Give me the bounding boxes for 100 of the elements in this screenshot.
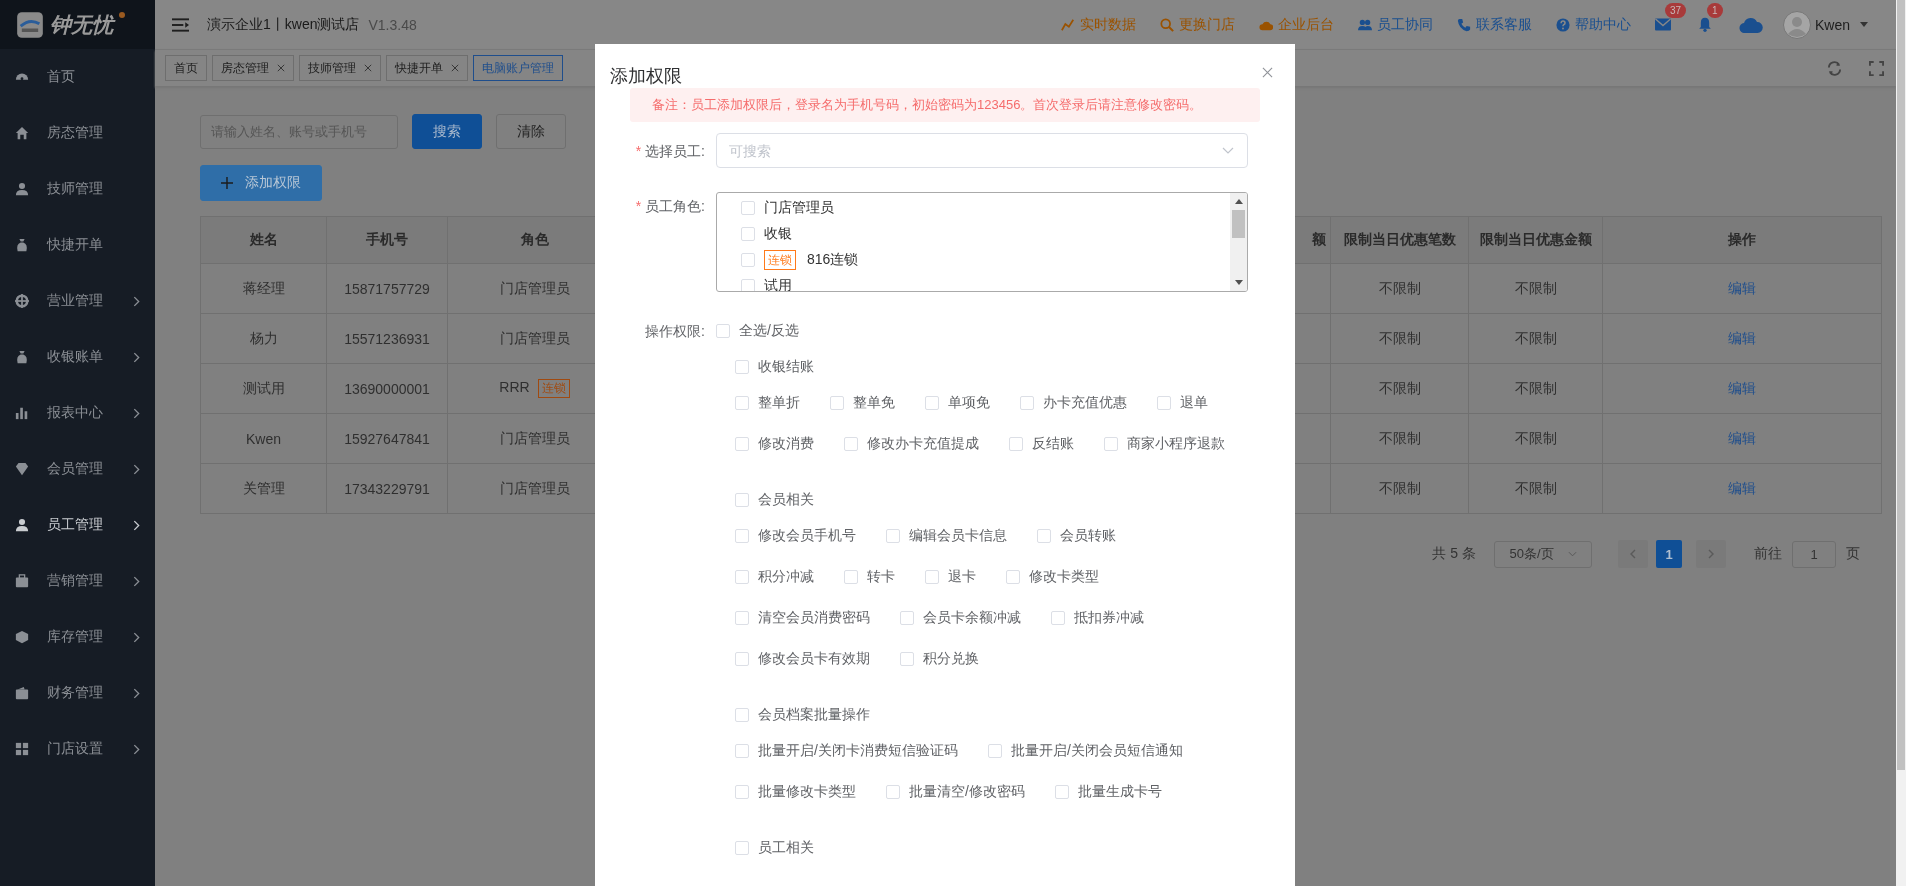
page-tab[interactable]: 房态管理 (212, 55, 294, 81)
table-cell: 不限制 (1378, 479, 1421, 496)
form-label: 选择员工: (645, 141, 705, 161)
checkbox-label: 修改会员卡有效期 (758, 650, 870, 668)
previous-page-button[interactable] (1618, 540, 1648, 568)
cloud-icon[interactable] (1738, 16, 1763, 33)
checkbox[interactable] (735, 785, 749, 799)
checkbox[interactable] (900, 652, 914, 666)
checkbox[interactable] (735, 611, 749, 625)
checkbox[interactable] (716, 324, 730, 338)
sidebar-item[interactable]: 会员管理 (0, 441, 155, 497)
sidebar-item[interactable]: 房态管理 (0, 105, 155, 161)
sidebar-item[interactable]: 收银账单 (0, 329, 155, 385)
checkbox[interactable] (735, 708, 749, 722)
checkbox[interactable] (987, 744, 1002, 758)
checkbox[interactable] (741, 279, 755, 291)
form-label: 员工角色: (645, 197, 705, 216)
refresh-icon[interactable] (1827, 60, 1842, 76)
add-permission-button[interactable]: 添加权限 (200, 165, 322, 201)
mail-icon[interactable] (1654, 17, 1671, 32)
sidebar-item[interactable]: 员工管理 (0, 497, 155, 553)
caret-down-icon[interactable] (1860, 22, 1868, 27)
close-icon[interactable] (451, 64, 459, 72)
fullscreen-icon[interactable] (1869, 60, 1884, 76)
checkbox[interactable] (735, 744, 749, 758)
checkbox[interactable] (844, 437, 858, 451)
checkbox[interactable] (735, 396, 749, 410)
page-tab[interactable]: 首页 (165, 55, 207, 81)
employee-select[interactable]: 可搜索 (716, 133, 1248, 168)
menu-icon[interactable] (172, 17, 189, 32)
sidebar-item[interactable]: 营销管理 (0, 553, 155, 609)
checkbox[interactable] (735, 437, 749, 451)
scrollbar-thumb[interactable] (1232, 210, 1245, 238)
checkbox[interactable] (925, 570, 939, 584)
page-tab[interactable]: 技师管理 (299, 55, 381, 81)
sidebar-item[interactable]: 快捷开单 (0, 217, 155, 273)
checkbox[interactable] (735, 493, 749, 507)
checkbox[interactable] (735, 570, 749, 584)
sidebar-item[interactable]: 库存管理 (0, 609, 155, 665)
checkbox[interactable] (735, 529, 749, 543)
checkbox[interactable] (925, 396, 939, 410)
checkbox[interactable] (844, 570, 858, 584)
next-page-button[interactable] (1696, 540, 1726, 568)
checkbox[interactable] (1037, 529, 1051, 543)
search-button[interactable]: 搜索 (412, 114, 482, 149)
checkbox[interactable] (1006, 570, 1020, 584)
checkbox[interactable] (735, 360, 749, 374)
page-tab[interactable]: 电脑账户管理 (473, 55, 563, 81)
checkbox[interactable] (830, 396, 844, 410)
page-input[interactable]: 1 (1792, 540, 1836, 568)
checkbox[interactable] (741, 253, 755, 267)
checkbox-label: 反结账 (1032, 435, 1074, 453)
page-number-button[interactable]: 1 (1656, 540, 1682, 568)
checkbox-label: 会员相关 (758, 491, 814, 509)
sidebar-item[interactable]: 首页 (0, 49, 155, 105)
arrow-down-icon[interactable] (1234, 280, 1243, 285)
table-cell: 测试用 (242, 379, 285, 396)
close-icon[interactable] (1262, 67, 1273, 78)
sidebar-item[interactable]: 报表中心 (0, 385, 155, 441)
checkbox[interactable] (1020, 396, 1034, 410)
avatar-icon[interactable] (1782, 10, 1811, 39)
checkbox[interactable] (1054, 785, 1069, 799)
checkbox[interactable] (735, 652, 749, 666)
sidebar-item[interactable]: 财务管理 (0, 665, 155, 721)
checkbox[interactable] (1104, 437, 1118, 451)
checkbox-label: 清空会员消费密码 (758, 609, 870, 627)
header-link[interactable]: 员工协同 (1357, 15, 1433, 34)
close-icon[interactable] (364, 64, 372, 72)
page-suffix: 页 (1846, 545, 1860, 563)
page-size-select[interactable]: 50条/页 (1494, 540, 1592, 568)
money-bag-icon (15, 238, 29, 252)
checkbox[interactable] (886, 529, 900, 543)
checkbox[interactable] (741, 201, 755, 215)
sidebar-item[interactable]: 门店设置 (0, 721, 155, 777)
clear-button[interactable]: 清除 (496, 114, 566, 149)
checkbox[interactable] (1051, 611, 1065, 625)
scrollbar[interactable] (1896, 0, 1906, 886)
scrollbar[interactable] (1230, 193, 1247, 291)
bell-icon[interactable] (1696, 17, 1713, 32)
checkbox[interactable] (1157, 396, 1171, 410)
user-name[interactable]: Kwen (1814, 16, 1850, 33)
arrow-up-icon[interactable] (1234, 199, 1243, 204)
checkbox[interactable] (900, 611, 914, 625)
chain-tag: 连锁 (764, 250, 796, 270)
sidebar-item[interactable]: 技师管理 (0, 161, 155, 217)
checkbox[interactable] (735, 841, 749, 855)
checkbox-label: 会员转账 (1060, 527, 1116, 545)
checkbox[interactable] (1009, 437, 1023, 451)
header-link[interactable]: 帮助中心 (1555, 15, 1631, 34)
checkbox[interactable] (741, 227, 755, 241)
checkbox-label: 员工相关 (758, 839, 814, 857)
table-cell: Kwen (246, 430, 281, 447)
table-cell: 不限制 (1378, 429, 1421, 446)
header-link[interactable]: 联系客服 (1456, 15, 1532, 34)
sidebar-item[interactable]: 营业管理 (0, 273, 155, 329)
role-label: 门店管理员 (764, 199, 834, 217)
close-icon[interactable] (277, 64, 285, 72)
page-tab[interactable]: 快捷开单 (386, 55, 468, 81)
checkbox[interactable] (886, 785, 900, 799)
scrollbar-thumb[interactable] (1897, 0, 1905, 770)
